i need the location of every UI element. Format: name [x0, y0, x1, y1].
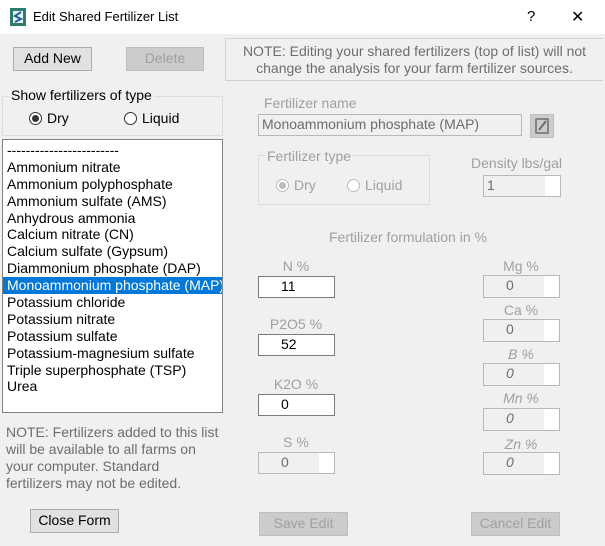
- type-liquid-radio[interactable]: Liquid: [347, 177, 402, 193]
- radio-liquid-indicator[interactable]: [124, 112, 137, 125]
- list-item[interactable]: Triple superphosphate (TSP): [3, 362, 222, 379]
- radio-liquid[interactable]: Liquid: [124, 110, 179, 126]
- zn-input[interactable]: 0: [483, 452, 560, 475]
- density-input[interactable]: 1: [483, 175, 561, 197]
- cancel-edit-button[interactable]: Cancel Edit: [471, 512, 560, 536]
- s-label: S %: [283, 434, 309, 450]
- list-item[interactable]: Potassium chloride: [3, 294, 222, 311]
- ca-input[interactable]: 0: [483, 319, 560, 342]
- list-item[interactable]: ------------------------: [3, 142, 222, 159]
- density-label: Density lbs/gal: [471, 155, 563, 171]
- list-item[interactable]: Anhydrous ammonia: [3, 210, 222, 227]
- list-item[interactable]: Ammonium nitrate: [3, 159, 222, 176]
- list-item[interactable]: Calcium sulfate (Gypsum): [3, 243, 222, 260]
- fertilizer-list[interactable]: ------------------------ Ammonium nitrate…: [2, 139, 223, 413]
- note-top: NOTE: Editing your shared fertilizers (t…: [225, 38, 603, 81]
- type-liquid-label: Liquid: [365, 177, 403, 193]
- pencil-icon: [535, 118, 549, 134]
- mg-label: Mg %: [503, 258, 539, 274]
- radio-dry-indicator[interactable]: [29, 112, 42, 125]
- mn-input[interactable]: 0: [483, 408, 560, 431]
- list-item[interactable]: Potassium-magnesium sulfate: [3, 345, 222, 362]
- b-input[interactable]: 0: [483, 363, 560, 386]
- list-item[interactable]: Calcium nitrate (CN): [3, 226, 222, 243]
- radio-dry-label: Dry: [47, 110, 69, 126]
- formulation-label: Fertilizer formulation in %: [329, 229, 487, 245]
- delete-button[interactable]: Delete: [126, 47, 204, 71]
- n-input[interactable]: 11: [258, 276, 335, 298]
- fertilizer-name-label: Fertilizer name: [264, 95, 357, 111]
- s-input[interactable]: 0: [258, 452, 335, 474]
- mg-input[interactable]: 0: [483, 275, 560, 298]
- close-window-button[interactable]: ✕: [571, 7, 584, 27]
- add-new-button[interactable]: Add New: [13, 47, 92, 71]
- type-dry-radio[interactable]: Dry: [276, 177, 316, 193]
- list-item[interactable]: Monoammonium phosphate (MAP): [3, 277, 222, 295]
- fertilizer-name-input[interactable]: Monoammonium phosphate (MAP): [258, 114, 522, 136]
- mn-label: Mn %: [503, 390, 539, 406]
- k2o-input[interactable]: 0: [258, 394, 335, 416]
- edit-name-button[interactable]: [530, 114, 554, 138]
- help-button[interactable]: ?: [527, 8, 535, 25]
- n-label: N %: [282, 258, 310, 274]
- p2o5-input[interactable]: 52: [258, 334, 335, 356]
- close-form-button[interactable]: Close Form: [30, 509, 119, 533]
- save-edit-button[interactable]: Save Edit: [259, 512, 348, 536]
- note-bottom: NOTE: Fertilizers added to this list wil…: [2, 421, 223, 493]
- title-bar: Edit Shared Fertilizer List ? ✕: [0, 0, 605, 34]
- type-dry-label: Dry: [294, 177, 316, 193]
- list-item[interactable]: Potassium sulfate: [3, 328, 222, 345]
- list-item[interactable]: Ammonium polyphosphate: [3, 176, 222, 193]
- radio-dry[interactable]: Dry: [29, 110, 69, 126]
- fertilizer-type-label: Fertilizer type: [265, 148, 354, 164]
- type-dry-indicator[interactable]: [276, 179, 289, 192]
- b-label: B %: [508, 346, 534, 362]
- list-item[interactable]: Ammonium sulfate (AMS): [3, 193, 222, 210]
- list-item[interactable]: Urea: [3, 378, 222, 395]
- type-filter-title: Show fertilizers of type: [9, 87, 154, 103]
- window-title: Edit Shared Fertilizer List: [33, 9, 179, 24]
- k2o-label: K2O %: [273, 376, 319, 392]
- radio-liquid-label: Liquid: [142, 110, 180, 126]
- list-item[interactable]: Diammonium phosphate (DAP): [3, 260, 222, 277]
- list-item[interactable]: Potassium nitrate: [3, 311, 222, 328]
- app-icon: [10, 8, 26, 26]
- zn-label: Zn %: [504, 436, 538, 452]
- ca-label: Ca %: [503, 302, 539, 318]
- type-liquid-indicator[interactable]: [347, 179, 360, 192]
- p2o5-label: P2O5 %: [269, 316, 323, 332]
